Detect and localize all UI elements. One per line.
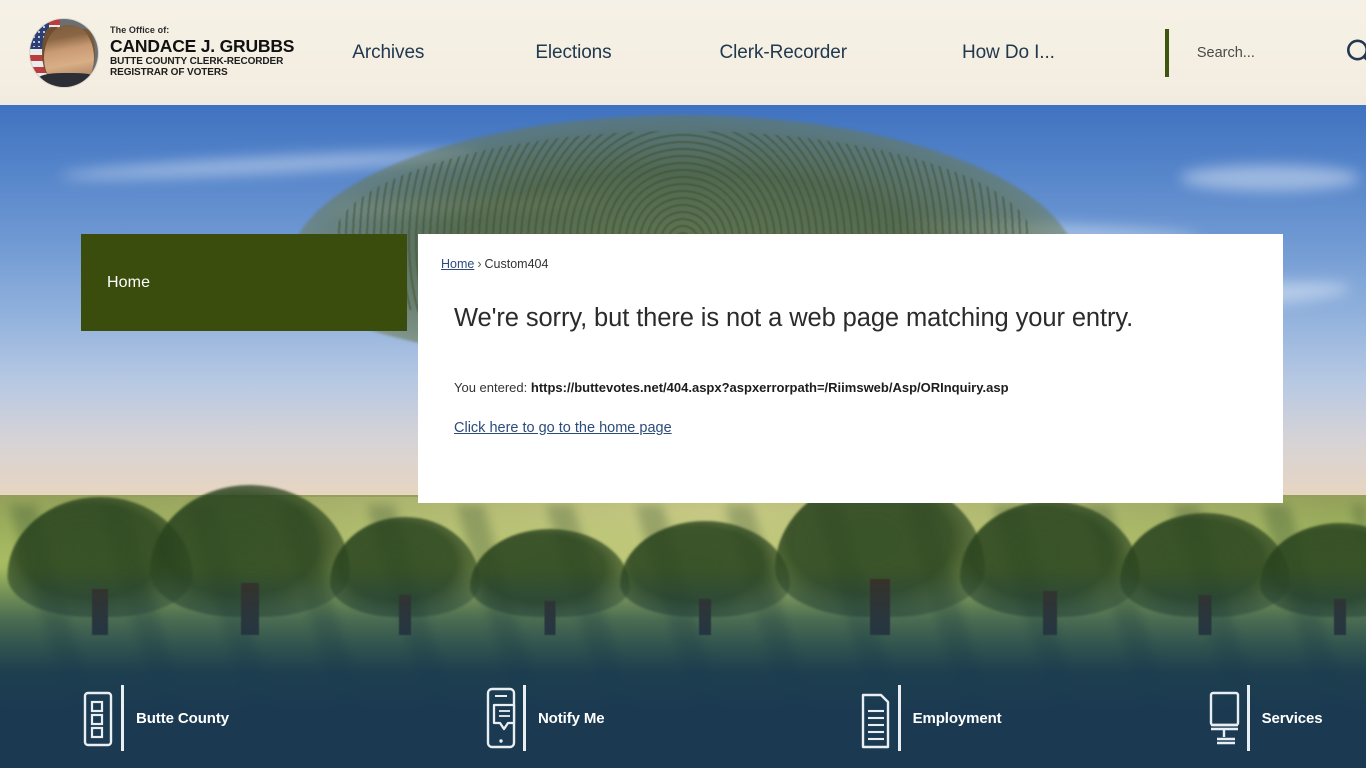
entered-label: You entered: [454,380,528,395]
icon-accent-bar [522,685,526,751]
nav-item-archives[interactable]: Archives [352,34,424,72]
quicklink-label: Notify Me [537,709,605,727]
sidebar-item-home[interactable]: Home [81,234,407,331]
main-navigation: Archives Elections Clerk-Recorder How Do… [314,0,1366,105]
quicklink-label: Butte County [136,709,229,727]
nav-item-how-do-i[interactable]: How Do I... [962,34,1055,72]
entered-url-value: https://buttevotes.net/404.aspx?aspxerro… [530,380,1009,395]
cloud [1180,165,1360,191]
avatar [30,18,98,87]
monitor-icon [1208,685,1250,751]
nav-item-clerk-recorder[interactable]: Clerk-Recorder [720,34,848,72]
icon-accent-bar [897,685,901,751]
document-lines-icon [859,685,901,751]
icon-accent-bar [1246,685,1250,751]
quicklink-label: Employment [912,709,1002,727]
breadcrumb-separator: › [477,257,482,271]
mobile-notification-icon [484,685,526,751]
breadcrumb-link-home[interactable]: Home [441,257,474,271]
page-title: We're sorry, but there is not a web page… [454,304,1134,332]
search-divider [1164,28,1169,77]
breadcrumb: Home › Custom404 [441,257,548,271]
brand-logo[interactable]: The Office of: CANDACE J. GRUBBS BUTTE C… [30,18,295,87]
go-home-link[interactable]: Click here to go to the home page [454,420,672,436]
quicklink-employment[interactable]: Employment [859,685,1002,751]
breadcrumb-current: Custom404 [484,257,549,271]
search-area [1164,0,1366,105]
search-icon [1343,39,1366,73]
brand-role-line2: REGISTRAR OF VOTERS [110,67,228,79]
quicklink-notify-me[interactable]: Notify Me [484,685,605,751]
search-input[interactable] [1196,44,1317,61]
content-card: Home › Custom404 We're sorry, but there is… [418,234,1283,503]
brand-role-line1: BUTTE COUNTY CLERK-RECORDER [110,55,284,67]
quicklink-services[interactable]: Services [1208,685,1323,751]
entered-url-line: You entered: https://buttevotes.net/404.… [454,380,1009,395]
page-root: The Office of: CANDACE J. GRUBBS BUTTE C… [0,0,1366,768]
sidebar-item-label: Home [107,273,151,291]
quicklink-butte-county[interactable]: Butte County [82,685,229,751]
building-icon [82,685,124,751]
site-header: The Office of: CANDACE J. GRUBBS BUTTE C… [0,0,1366,105]
brand-office-prefix: The Office of: [110,24,170,35]
icon-accent-bar [121,685,124,751]
search-button[interactable] [1343,36,1366,70]
quicklink-label: Services [1261,709,1323,727]
portrait-torso [38,72,98,87]
brand-name: CANDACE J. GRUBBS [110,35,295,56]
nav-item-elections[interactable]: Elections [535,34,611,72]
footer-quicklinks: Butte County Notify Me Employment Servic… [0,668,1366,768]
brand-text: The Office of: CANDACE J. GRUBBS BUTTE C… [110,24,295,79]
